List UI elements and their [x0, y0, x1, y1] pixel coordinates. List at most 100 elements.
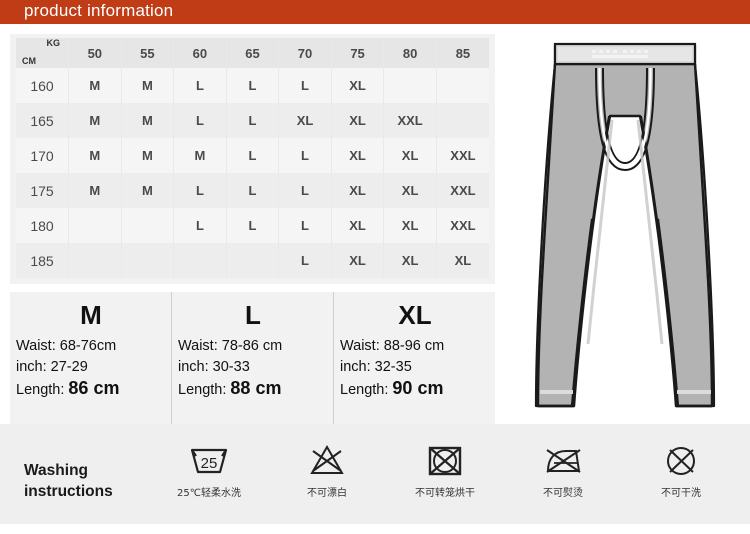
size-cell: L [226, 208, 280, 243]
length-value: 88 cm [230, 378, 282, 398]
length-label: Length: [178, 382, 227, 398]
waist-spec: Waist: 88-96 cm [340, 336, 490, 357]
size-cell: L [226, 68, 280, 103]
height-unit-label: CM [22, 56, 36, 66]
no-iron-icon [504, 438, 622, 482]
size-detail-panel-xl: XL Waist: 88-96 cm inch: 32-35 Length: 9… [334, 292, 495, 434]
waist-value: 88-96 cm [383, 338, 445, 354]
size-cell [68, 208, 122, 243]
size-cell: XL [331, 103, 385, 138]
size-cell: XL [331, 138, 385, 173]
table-row: 160 M M L L L XL [16, 68, 489, 103]
table-row: 180 L L L XL XL XXL [16, 208, 489, 243]
washing-symbol-item: 不可漂白 [268, 438, 386, 499]
size-cell [121, 243, 175, 278]
washing-symbol-label: 不可熨烫 [543, 488, 583, 499]
size-cell [226, 243, 280, 278]
size-cell: XXL [436, 173, 489, 208]
washing-symbol-item: 不可熨烫 [504, 438, 622, 499]
waist-label: Waist: [16, 338, 56, 354]
bottom-spacer [0, 524, 750, 534]
no-tumble-dry-icon [386, 438, 504, 482]
waist-spec: Waist: 68-76cm [16, 336, 166, 357]
size-chart-table: KG CM 50 55 60 65 70 75 80 85 160 M M L … [16, 38, 489, 278]
size-cell: M [68, 138, 122, 173]
size-cell: M [68, 103, 122, 138]
inch-label: inch: [16, 359, 47, 375]
table-row: 185 L XL XL XL [16, 243, 489, 278]
inch-label: inch: [178, 359, 209, 375]
size-cell: XL [331, 173, 385, 208]
svg-text:25: 25 [201, 455, 218, 472]
size-detail-panel-m: M Waist: 68-76cm inch: 27-29 Length: 86 … [10, 292, 172, 434]
size-cell [383, 68, 437, 103]
length-value: 86 cm [68, 378, 120, 398]
no-dry-clean-icon [622, 438, 740, 482]
size-cell: L [278, 138, 332, 173]
length-spec: Length: 86 cm [16, 378, 166, 401]
size-cell: XL [383, 138, 437, 173]
length-label: Length: [16, 382, 65, 398]
table-row: 165 M M L L XL XL XXL [16, 103, 489, 138]
no-bleach-icon [268, 438, 386, 482]
size-cell [68, 243, 122, 278]
size-letter: XL [398, 300, 432, 330]
washing-title-line2: instructions [24, 483, 113, 500]
waist-value: 68-76cm [59, 338, 117, 354]
size-letter: L [245, 300, 261, 330]
size-spec-list: Waist: 88-96 cm inch: 32-35 Length: 90 c… [340, 336, 490, 401]
size-chart-header: KG CM 50 55 60 65 70 75 80 85 [16, 38, 489, 68]
inch-spec: inch: 27-29 [16, 357, 166, 378]
inch-value: 32-35 [374, 359, 412, 375]
size-cell: XL [383, 173, 437, 208]
washing-symbol-label: 不可转笼烘干 [415, 488, 475, 499]
column-header-weight: 55 [121, 38, 175, 68]
size-spec-list: Waist: 68-76cm inch: 27-29 Length: 86 cm [16, 336, 166, 401]
size-cell: XL [436, 243, 489, 278]
product-image-container [500, 24, 750, 424]
long-johns-illustration [534, 42, 716, 408]
column-header-weight: 65 [226, 38, 280, 68]
length-spec: Length: 88 cm [178, 378, 328, 401]
size-cell: M [121, 138, 175, 173]
page-title: product information [24, 1, 174, 20]
washing-symbol-list: 25 25℃轻柔水洗 不可漂白 不可转笼烘干 不可熨烫 不可干洗 [150, 438, 740, 514]
length-label: Length: [340, 382, 389, 398]
size-cell: L [226, 173, 280, 208]
size-cell [436, 103, 489, 138]
size-cell: M [68, 173, 122, 208]
size-cell: L [278, 68, 332, 103]
size-cell [173, 243, 227, 278]
wash-tub-25-icon: 25 [150, 438, 268, 482]
washing-symbol-item: 25 25℃轻柔水洗 [150, 438, 268, 499]
size-cell: L [226, 103, 280, 138]
column-header-weight: 50 [68, 38, 122, 68]
washing-symbol-label: 不可漂白 [307, 488, 347, 499]
waist-value: 78-86 cm [221, 338, 283, 354]
size-cell: L [278, 173, 332, 208]
row-header-height: 170 [16, 138, 70, 173]
washing-symbol-label: 25℃轻柔水洗 [177, 488, 241, 499]
size-letter: M [80, 300, 102, 330]
size-spec-list: Waist: 78-86 cm inch: 30-33 Length: 88 c… [178, 336, 328, 401]
length-value: 90 cm [392, 378, 444, 398]
washing-title-line1: Washing [24, 462, 89, 479]
size-cell: XL [331, 243, 385, 278]
size-cell [436, 68, 489, 103]
column-header-weight: 60 [173, 38, 227, 68]
size-cell: L [226, 138, 280, 173]
row-header-height: 185 [16, 243, 70, 278]
column-header-weight: 80 [383, 38, 437, 68]
size-cell: XXL [436, 208, 489, 243]
size-cell: L [173, 208, 227, 243]
size-cell: L [173, 103, 227, 138]
product-information-page: product information KG CM 50 55 60 65 70… [0, 0, 750, 534]
size-chart-table-container: KG CM 50 55 60 65 70 75 80 85 160 M M L … [10, 34, 495, 284]
washing-instructions-section: Washing instructions 25 25℃轻柔水洗 不可漂白 不可转… [0, 424, 750, 524]
table-header-row: KG CM 50 55 60 65 70 75 80 85 [16, 38, 489, 68]
size-cell: M [121, 68, 175, 103]
inch-value: 27-29 [50, 359, 88, 375]
table-row: 170 M M M L L XL XL XXL [16, 138, 489, 173]
washing-symbol-label: 不可干洗 [661, 488, 701, 499]
size-cell: XL [278, 103, 332, 138]
